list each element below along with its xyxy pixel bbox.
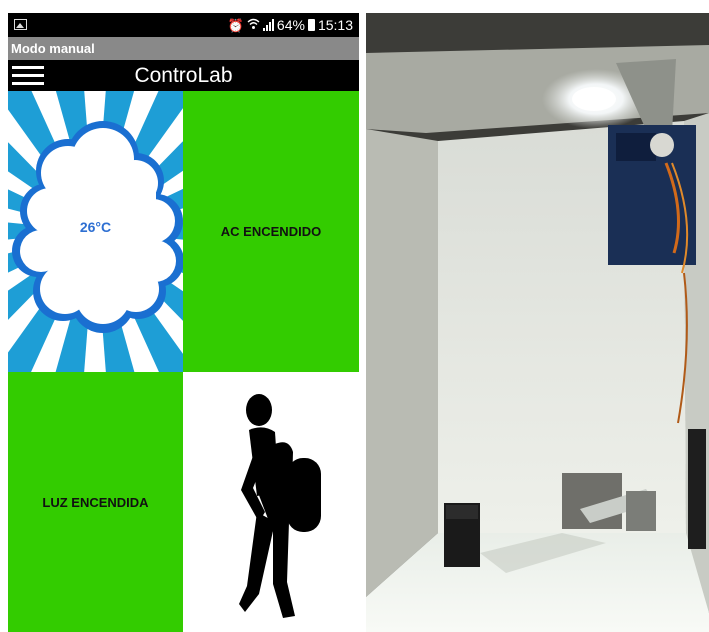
light-status-label: LUZ ENCENDIDA: [42, 494, 149, 510]
ac-status-label: AC ENCENDIDO: [220, 224, 322, 239]
status-bar: ⏰ 64% 15:13: [8, 13, 359, 37]
battery-icon: [307, 19, 315, 31]
app-bar: ControLab: [8, 60, 359, 91]
window-title: Modo manual: [11, 41, 95, 56]
wifi-icon: [247, 18, 260, 32]
ac-tile[interactable]: AC ENCENDIDO: [183, 91, 359, 372]
lab-enclosure-photo: [366, 13, 709, 632]
app-title: ControLab: [134, 64, 233, 87]
battery-level: 64%: [276, 17, 305, 33]
phone-screen: ⏰ 64% 15:13 Modo manual ControLab 26°C A…: [8, 13, 359, 632]
status-icons: ⏰ 64% 15:13: [228, 15, 353, 35]
temperature-tile[interactable]: 26°C: [8, 91, 183, 372]
gallery-icon: [14, 19, 27, 30]
alarm-icon: ⏰: [227, 17, 244, 33]
clock: 15:13: [317, 17, 353, 33]
temperature-value: 26°C: [79, 219, 112, 235]
window-title-bar: Modo manual: [8, 37, 359, 60]
enclosure-illustration: [366, 13, 709, 632]
light-tile[interactable]: LUZ ENCENDIDA: [8, 372, 183, 632]
presence-tile[interactable]: [183, 372, 359, 632]
signal-icon: [262, 19, 274, 31]
walking-person-icon: [239, 394, 321, 618]
